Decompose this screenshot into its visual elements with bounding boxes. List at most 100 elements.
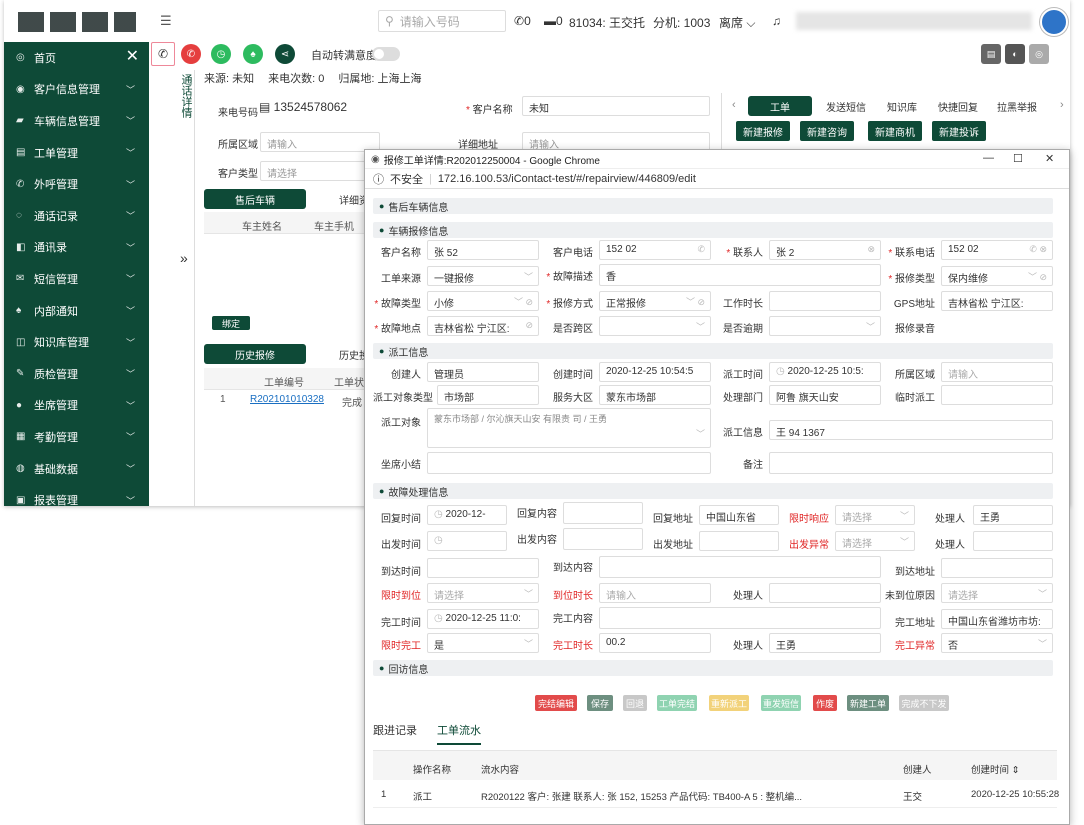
temp-dispatch-input[interactable] [941,385,1053,405]
tab-blacklist[interactable]: 拉黑举报 [986,96,1048,116]
dispatch-time-input[interactable]: ◷ 2020-12-25 10:5: [769,362,881,382]
depart-content-input[interactable] [563,528,643,550]
region-input[interactable]: 请输入 [941,362,1053,382]
sidebar-item-quality[interactable]: ✎ 质检管理 ﹀ [4,358,149,390]
handler-input[interactable]: 王勇 [973,505,1053,525]
is-overdue-select[interactable]: ﹀ [769,316,881,336]
tab-order-flow[interactable]: 工单流水 [437,722,481,745]
fault-location-input[interactable]: 吉林省松 宁江区: ⊘ [427,316,539,336]
sidebar-item-notice[interactable]: ♠ 内部通知 ﹀ [4,295,149,327]
maximize-button[interactable]: ☐ [1013,152,1023,165]
redispatch-button[interactable]: 重新派工 [709,695,749,711]
avatar[interactable] [1040,8,1068,36]
sidebar-item-seats[interactable]: ● 坐席管理 ﹀ [4,390,149,422]
finish-abnormal-select[interactable]: 否 ﹀ [941,633,1053,653]
resend-sms-button[interactable]: 重发短信 [761,695,801,711]
sidebar-item-contacts[interactable]: ◧ 通讯录 ﹀ [4,232,149,264]
tab-send-sms[interactable]: 发送短信 [818,96,874,116]
message-count[interactable]: ▬0 [544,14,563,28]
is-cross-select[interactable]: ﹀ [599,316,711,336]
search-input[interactable]: ⚲ 请输入号码 [378,10,506,32]
expand-icon[interactable]: » [180,250,188,266]
tab-workorder[interactable]: 工单 [748,96,812,116]
cust-phone-input[interactable]: 152 02 ✆ [599,240,711,260]
seat-summary-input[interactable] [427,452,711,474]
new-inquiry-button[interactable]: 新建咨询 [800,121,854,141]
chevron-left-icon[interactable]: ‹ [732,99,736,111]
dispatch-target-select[interactable]: 蒙东市场部 / 尔沁旗天山安 有限责 司 / 王勇 ﹀ [427,408,711,448]
sidebar-item-home[interactable]: ◎ 首页 [4,42,149,74]
reply-time-input[interactable]: ◷ 2020-12- [427,505,507,525]
repair-type-select[interactable]: 保内维修 ﹀ ⊘ [941,266,1053,286]
gps-input[interactable]: 吉林省松 宁江区: [941,291,1053,311]
sidebar-item-reports[interactable]: ▣ 报表管理 ﹀ [4,484,149,506]
tab-history-repair[interactable]: 历史报修 [204,344,306,364]
finish-content-input[interactable] [599,607,881,629]
finish-addr-input[interactable]: 中国山东省潍坊市坊: [941,609,1053,629]
contact-phone-input[interactable]: 152 02 ✆ ⊗ [941,240,1053,260]
new-complaint-button[interactable]: 新建投诉 [932,121,986,141]
hangup-button[interactable]: ✆ [181,44,201,64]
robot-icon[interactable]: ▤ [981,44,1001,64]
create-time-input[interactable]: 2020-12-25 10:54:5 [599,362,711,382]
section-followup[interactable]: 回访信息 [373,660,1053,676]
new-opportunity-button[interactable]: 新建商机 [868,121,922,141]
sidebar-item-customer[interactable]: ◉ 客户信息管理 ﹀ [4,74,149,106]
finish-time-input[interactable]: ◷ 2020-12-25 11:0: [427,609,539,629]
tab-knowledge[interactable]: 知识库 [874,96,930,116]
sidebar-item-knowledge[interactable]: ◫ 知识库管理 ﹀ [4,326,149,358]
bind-button[interactable]: 绑定 [212,316,250,330]
fault-desc-input[interactable]: 香 [599,264,881,286]
depart-time-input[interactable]: ◷ [427,531,507,551]
tab-quick-reply[interactable]: 快捷回复 [930,96,986,116]
work-hours-input[interactable] [769,291,881,311]
reply-addr-input[interactable]: 中国山东省 [699,505,779,525]
menu-toggle-icon[interactable]: ☰ [160,13,172,29]
no-arrive-reason-select[interactable]: 请选择 ﹀ [941,583,1053,603]
section-repair[interactable]: 车辆报修信息 [373,222,1053,238]
minimize-button[interactable]: — [983,152,994,164]
arrive-duration-input[interactable]: 请输入 [599,583,711,603]
sidebar-item-sms[interactable]: ✉ 短信管理 ﹀ [4,263,149,295]
dispatch-type-input[interactable]: 市场部 [437,385,539,405]
fault-type-select[interactable]: 小修 ﹀ ⊘ [427,291,539,311]
call-detail-tab[interactable]: 通话详情 [179,70,195,506]
save-button[interactable]: 保存 [587,695,613,711]
handler3-input[interactable] [769,583,881,603]
close-button[interactable]: ✕ [1045,152,1054,165]
hold-button[interactable]: ◷ [211,44,231,64]
contact-input[interactable]: 张 2 ⊗ [769,240,881,260]
sidebar-item-basedata[interactable]: ◍ 基础数据 ﹀ [4,453,149,485]
limit-response-select[interactable]: 请选择 ﹀ [835,505,915,525]
handler4-input[interactable]: 王勇 [769,633,881,653]
call-count[interactable]: ✆0 [514,14,531,28]
finish-no-dispatch-button[interactable]: 完成不下发 [899,695,949,711]
arrive-time-input[interactable] [427,558,539,578]
url-bar[interactable]: ⓘ 不安全 | 172.16.100.53/iContact-test/#/re… [365,169,1069,189]
bell-icon[interactable]: ♫ [772,14,781,28]
tab-after-sales[interactable]: 售后车辆 [204,189,306,209]
complete-order-button[interactable]: 工单完结 [657,695,697,711]
dept-input[interactable]: 阿鲁 旗天山安 [769,385,881,405]
limit-finish-select[interactable]: 是 ﹀ [427,633,539,653]
depart-addr-input[interactable] [699,531,779,551]
status-dropdown[interactable]: 离席 ⌵ [719,14,755,31]
sidebar-item-workorder[interactable]: ▤ 工单管理 ﹀ [4,137,149,169]
sidebar-item-calls[interactable]: ◌ 通话记录 ﹀ [4,200,149,232]
source-select[interactable]: 一键报修 ﹀ [427,266,539,286]
reply-content-input[interactable] [563,502,643,524]
col-create-time[interactable]: 创建时间 ⇕ [971,762,1020,776]
share-button[interactable]: ⋖ [275,44,295,64]
wechat-icon[interactable]: ◐ [1005,44,1025,64]
new-repair-button[interactable]: 新建报修 [736,121,790,141]
phone-handset-icon[interactable]: ✆ [151,42,175,66]
limit-arrive-select[interactable]: 请选择 ﹀ [427,583,539,603]
cust-name-input[interactable]: 未知 [522,96,710,116]
service-region-input[interactable]: 蒙东市场部 [599,385,711,405]
void-button[interactable]: 作废 [813,695,837,711]
handler2-input[interactable] [973,531,1053,551]
section-fault-handling[interactable]: 故障处理信息 [373,483,1053,499]
new-order-button[interactable]: 新建工单 [847,695,889,711]
history-row-order-link[interactable]: R202101010328 [250,394,324,405]
chevron-right-icon[interactable]: › [1060,99,1064,111]
